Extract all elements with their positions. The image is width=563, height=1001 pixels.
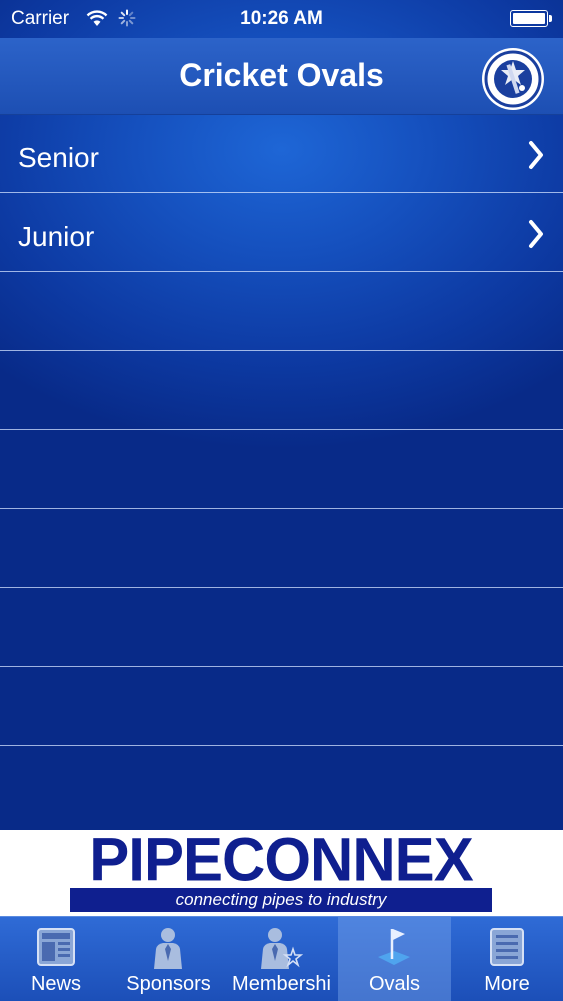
tab-more[interactable]: More (451, 917, 563, 1001)
empty-row (0, 509, 563, 588)
tab-sponsors[interactable]: Sponsors (112, 917, 225, 1001)
battery-icon (510, 10, 548, 27)
empty-row (0, 588, 563, 667)
flag-icon (378, 929, 410, 965)
members-icon (261, 928, 303, 969)
list-item-junior[interactable]: Junior (0, 193, 563, 272)
chevron-right-icon (529, 141, 543, 169)
list-item-senior[interactable]: Senior (0, 114, 563, 193)
tab-label: Membershi (232, 973, 331, 995)
ad-brand-name: PIPECONNEX (89, 825, 473, 894)
battery-nub (549, 15, 552, 22)
chevron-right-icon (529, 220, 543, 248)
tab-label: Sponsors (126, 973, 211, 995)
empty-row (0, 667, 563, 746)
club-logo-icon[interactable] (480, 46, 546, 112)
tab-ovals[interactable]: Ovals (338, 917, 451, 1001)
list-item-label: Senior (18, 142, 99, 173)
ad-banner[interactable]: PIPECONNEX connecting pipes to industry (0, 825, 563, 916)
clock: 10:26 AM (240, 8, 323, 29)
tab-membership[interactable]: Membershi (225, 917, 338, 1001)
ovals-list: Senior Junior (0, 114, 563, 746)
empty-row (0, 351, 563, 430)
list-item-label: Junior (18, 221, 95, 252)
list-icon (490, 928, 524, 966)
tab-label: Ovals (368, 973, 421, 995)
empty-row (0, 430, 563, 509)
sponsor-logo: PIPECONNEX connecting pipes to industry (70, 825, 492, 913)
empty-row (0, 272, 563, 351)
newspaper-icon (37, 928, 75, 966)
navigation-bar: Cricket Ovals (0, 38, 563, 115)
status-bar: Carrier 10:26 AM (0, 0, 563, 38)
tab-label: More (484, 973, 530, 995)
tab-bar: News Sponsors Membershi Ovals More (0, 916, 563, 1001)
tab-news[interactable]: News (0, 917, 112, 1001)
person-icon (154, 928, 182, 969)
page-title: Cricket Ovals (179, 57, 384, 93)
tab-label: News (30, 973, 81, 995)
ad-tagline: connecting pipes to industry (70, 888, 492, 912)
